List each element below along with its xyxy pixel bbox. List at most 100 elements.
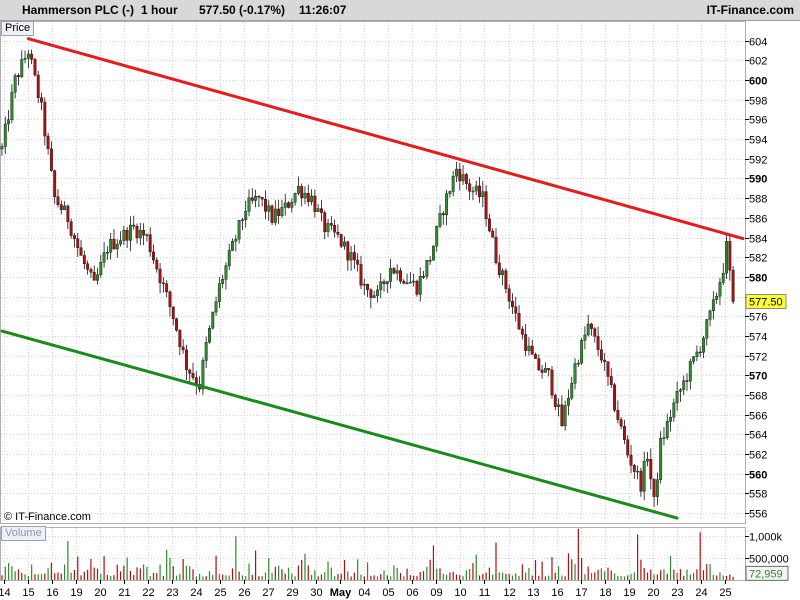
candle-body bbox=[234, 238, 238, 242]
candle-body bbox=[418, 276, 422, 295]
volume-bar bbox=[172, 566, 174, 580]
volume-bar bbox=[264, 572, 267, 580]
volume-bar bbox=[531, 575, 533, 580]
volume-bar bbox=[11, 566, 13, 580]
candle-body bbox=[557, 404, 561, 407]
time-axis-label: 06 bbox=[406, 587, 418, 599]
candle-body bbox=[231, 241, 234, 251]
candle-body bbox=[534, 354, 537, 359]
volume-bar bbox=[475, 554, 477, 580]
candle-body bbox=[636, 470, 640, 473]
volume-bar bbox=[709, 564, 711, 580]
candle-body bbox=[698, 351, 702, 354]
time-axis-label: 17 bbox=[575, 587, 587, 599]
volume-bar bbox=[722, 575, 724, 580]
volume-bar bbox=[37, 574, 39, 580]
volume-bar bbox=[60, 573, 62, 580]
volume-bar bbox=[314, 570, 316, 580]
volume-bar bbox=[630, 573, 632, 580]
candle-body bbox=[346, 241, 350, 261]
volume-bar bbox=[581, 557, 583, 580]
candle-body bbox=[17, 75, 20, 78]
candle-body bbox=[702, 337, 705, 353]
candle-body bbox=[201, 360, 205, 390]
candle-body bbox=[613, 384, 616, 411]
candle-body bbox=[415, 280, 419, 295]
candle-body bbox=[567, 397, 570, 406]
time-axis-label: 10 bbox=[454, 587, 466, 599]
volume-bar bbox=[633, 572, 635, 580]
price-axis-label: 586 bbox=[749, 214, 767, 226]
candle-body bbox=[695, 351, 699, 357]
candle-body bbox=[145, 234, 149, 236]
volume-bar bbox=[627, 575, 629, 580]
volume-last-label: 72,959 bbox=[749, 568, 783, 580]
volume-bar bbox=[100, 573, 102, 580]
volume-bar bbox=[1, 575, 3, 580]
candle-body bbox=[504, 270, 508, 289]
candle-body bbox=[725, 241, 728, 274]
volume-bar bbox=[199, 573, 201, 580]
candle-body bbox=[92, 272, 96, 281]
price-axis-label: 592 bbox=[749, 155, 767, 167]
time-axis-label: 13 bbox=[527, 587, 539, 599]
volume-bar bbox=[337, 574, 339, 580]
candle-body bbox=[20, 59, 24, 78]
candle-body bbox=[3, 123, 7, 147]
time-axis-label: 30 bbox=[310, 587, 322, 599]
volume-bar bbox=[465, 570, 467, 580]
volume-bar bbox=[485, 572, 487, 580]
candle-body bbox=[270, 205, 274, 223]
candle-body bbox=[711, 299, 715, 312]
candle-body bbox=[431, 245, 435, 261]
time-axis-label: 16 bbox=[46, 587, 58, 599]
candle-body bbox=[399, 270, 402, 282]
candle-body bbox=[99, 262, 103, 275]
price-axis-label: 566 bbox=[749, 411, 767, 423]
candle-body bbox=[629, 454, 633, 466]
volume-bar bbox=[587, 566, 589, 580]
candle-body bbox=[237, 220, 241, 240]
volume-bar bbox=[4, 566, 6, 580]
candle-body bbox=[125, 230, 129, 241]
candle-body bbox=[678, 389, 682, 392]
candle-body bbox=[422, 276, 425, 278]
candle-body bbox=[267, 205, 271, 212]
time-axis-label: 29 bbox=[286, 587, 298, 599]
volume-bar bbox=[643, 567, 645, 580]
candle-body bbox=[514, 306, 518, 314]
volume-bar bbox=[409, 575, 411, 580]
volume-bar bbox=[426, 566, 428, 580]
volume-bar bbox=[673, 569, 675, 580]
time-axis-label: 24 bbox=[190, 587, 202, 599]
volume-bar bbox=[406, 568, 408, 580]
price-axis-label: 558 bbox=[749, 489, 767, 501]
volume-bar bbox=[732, 576, 734, 580]
volume-bar bbox=[521, 564, 523, 580]
candle-body bbox=[161, 282, 165, 285]
candle-body bbox=[675, 391, 679, 404]
candle-body bbox=[148, 234, 152, 253]
candle-body bbox=[652, 478, 656, 497]
candle-body bbox=[244, 211, 248, 220]
candle-body bbox=[155, 259, 159, 270]
volume-bar bbox=[119, 571, 122, 580]
candle-body bbox=[86, 263, 90, 270]
volume-bar bbox=[696, 569, 698, 580]
volume-bar bbox=[666, 573, 668, 580]
volume-bar bbox=[212, 574, 214, 580]
volume-bar bbox=[396, 567, 398, 580]
volume-bar bbox=[67, 541, 69, 580]
candle-body bbox=[609, 376, 613, 385]
candle-body bbox=[208, 327, 211, 343]
candle-body bbox=[33, 59, 37, 76]
volume-bar bbox=[54, 573, 56, 580]
candle-body bbox=[96, 274, 99, 281]
volume-bar bbox=[159, 564, 161, 580]
volume-bar bbox=[228, 575, 230, 580]
volume-bar bbox=[623, 576, 626, 580]
volume-bar bbox=[146, 566, 148, 580]
volume-bar bbox=[442, 573, 444, 580]
candle-body bbox=[119, 240, 122, 245]
candle-body bbox=[362, 283, 366, 286]
